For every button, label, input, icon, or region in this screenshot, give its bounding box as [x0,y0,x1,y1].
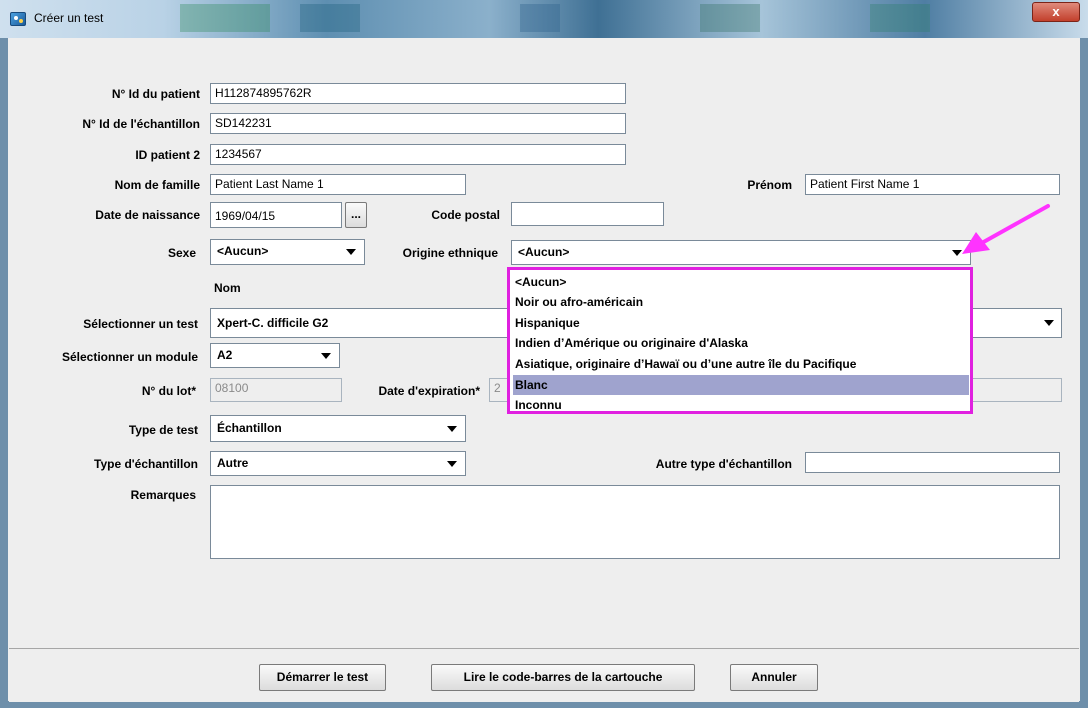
chevron-down-icon [447,426,457,432]
sex-label: Sexe [167,246,196,260]
option-unknown[interactable]: Inconnu [513,395,969,415]
test-type-label: Type de test [128,423,198,437]
option-none[interactable]: <Aucun> [513,272,969,292]
postal-code-field[interactable] [511,202,664,226]
chevron-down-icon [321,353,331,359]
option-hispanic[interactable]: Hispanique [513,313,969,333]
name-column-header: Nom [214,281,241,295]
sex-select[interactable]: <Aucun> [210,239,365,265]
last-name-field[interactable]: Patient Last Name 1 [210,174,466,195]
titlebar-decor [300,4,360,32]
titlebar-decor [700,4,760,32]
first-name-field[interactable]: Patient First Name 1 [805,174,1060,195]
titlebar-decor [180,4,270,32]
option-white[interactable]: Blanc [513,375,969,395]
option-asian-pacific-islander[interactable]: Asiatique, originaire d’Hawaï ou d’une a… [513,354,969,374]
remarks-label: Remarques [130,488,196,502]
sample-type-label: Type d'échantillon [94,457,198,471]
annotation-arrow-icon [962,204,1050,254]
start-test-button[interactable]: Démarrer le test [259,664,386,691]
scan-barcode-button[interactable]: Lire le code-barres de la cartouche [431,664,695,691]
birth-date-label: Date de naissance [95,208,200,222]
lot-number-field: 08100 [210,378,342,402]
cancel-button[interactable]: Annuler [730,664,818,691]
patient-id-field[interactable]: H112874895762R [210,83,626,104]
expiration-date-label: Date d'expiration* [378,384,480,398]
chevron-down-icon [447,461,457,467]
test-select-label: Sélectionner un test [83,317,198,331]
window-title: Créer un test [34,11,104,25]
patient-id2-label: ID patient 2 [135,148,200,162]
patient-id-label: N° Id du patient [111,87,200,101]
option-black-african-american[interactable]: Noir ou afro-américain [513,292,969,312]
title-bar[interactable] [0,0,1088,38]
close-button[interactable]: x [1032,2,1080,22]
other-sample-type-label: Autre type d'échantillon [655,457,792,471]
option-american-indian-alaska[interactable]: Indien d’Amérique ou originaire d'Alaska [513,333,969,353]
ethnic-origin-select[interactable]: <Aucun> [511,240,971,265]
date-picker-button[interactable]: ... [345,202,367,228]
birth-date-field[interactable]: 1969/04/15 [210,202,342,228]
ethnic-origin-label: Origine ethnique [402,246,498,260]
sample-type-select-value: Autre [217,456,249,470]
titlebar-decor [520,4,560,32]
test-type-select[interactable]: Échantillon [210,415,466,442]
ethnic-origin-dropdown-list: <Aucun> Noir ou afro-américain Hispaniqu… [507,267,973,414]
remarks-textarea[interactable] [210,485,1060,559]
sample-id-label: N° Id de l'échantillon [82,117,200,131]
sample-id-field[interactable]: SD142231 [210,113,626,134]
patient-id2-field[interactable]: 1234567 [210,144,626,165]
other-sample-type-field[interactable] [805,452,1060,473]
sex-select-value: <Aucun> [217,244,269,258]
app-icon [10,12,26,26]
chevron-down-icon [346,249,356,255]
module-select-value: A2 [217,348,233,362]
chevron-down-icon [1044,320,1054,326]
lot-number-label: N° du lot* [141,384,196,398]
ethnic-origin-select-value: <Aucun> [518,245,570,259]
module-select[interactable]: A2 [210,343,340,368]
titlebar-decor [870,4,930,32]
last-name-label: Nom de famille [114,178,200,192]
postal-code-label: Code postal [431,208,500,222]
test-select-value: Xpert-C. difficile G2 [217,316,329,330]
module-select-label: Sélectionner un module [61,350,198,364]
sample-type-select[interactable]: Autre [210,451,466,476]
first-name-label: Prénom [747,178,792,192]
test-type-select-value: Échantillon [217,421,282,435]
